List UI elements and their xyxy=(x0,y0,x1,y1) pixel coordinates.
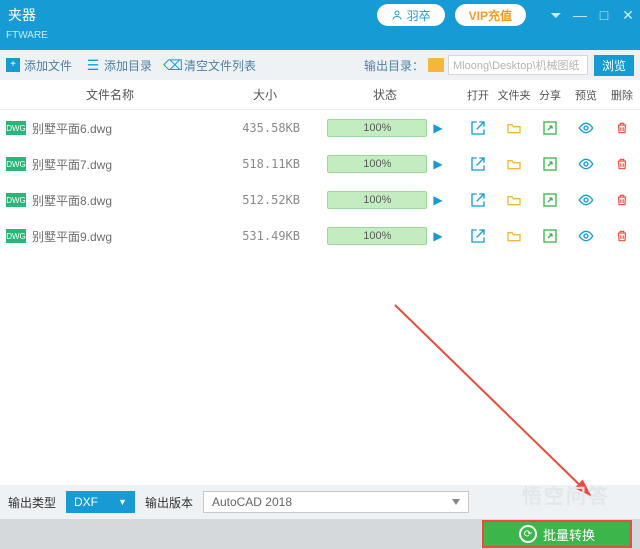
col-status: 状态 xyxy=(310,86,460,103)
add-folder-button[interactable]: ☰添加目录 xyxy=(86,57,152,74)
user-button[interactable]: 羽卒 xyxy=(377,4,445,26)
clear-icon: ⌫ xyxy=(166,58,180,72)
col-folder: 文件夹 xyxy=(496,87,532,103)
col-share: 分享 xyxy=(532,87,568,103)
folder-button[interactable] xyxy=(496,192,532,208)
clear-list-button[interactable]: ⌫清空文件列表 xyxy=(166,57,256,74)
preview-button[interactable] xyxy=(568,120,604,136)
sub-title: FTWARE xyxy=(0,30,640,50)
delete-button[interactable] xyxy=(604,228,640,244)
convert-button[interactable]: ⟳ 批量转换 xyxy=(482,520,632,548)
col-preview: 预览 xyxy=(568,87,604,103)
app-title: 夹器 xyxy=(0,5,377,25)
list-icon: ☰ xyxy=(86,58,100,72)
file-list: DWG 别墅平面6.dwg 435.58KB 100% ▶ DWG 别墅平面7.… xyxy=(0,110,640,254)
file-size: 435.58KB xyxy=(220,121,310,135)
table-row: DWG 别墅平面6.dwg 435.58KB 100% ▶ xyxy=(0,110,640,146)
close-icon[interactable]: ✕ xyxy=(616,7,640,24)
file-size: 518.11KB xyxy=(220,157,310,171)
folder-button[interactable] xyxy=(496,120,532,136)
col-open: 打开 xyxy=(460,87,496,103)
output-dir-label: 输出目录： xyxy=(364,57,424,74)
table-row: DWG 别墅平面8.dwg 512.52KB 100% ▶ xyxy=(0,182,640,218)
browse-button[interactable]: 浏览 xyxy=(594,55,634,76)
preview-button[interactable] xyxy=(568,156,604,172)
toolbar: +添加文件 ☰添加目录 ⌫清空文件列表 输出目录： Mloong\Desktop… xyxy=(0,50,640,80)
output-version-select[interactable]: AutoCAD 2018 xyxy=(203,491,469,513)
share-button[interactable] xyxy=(532,228,568,244)
status-cell: 100% ▶ xyxy=(310,155,460,173)
chevron-down-icon xyxy=(452,499,460,505)
column-headers: 文件名称 大小 状态 打开 文件夹 分享 预览 删除 xyxy=(0,80,640,110)
convert-icon: ⟳ xyxy=(519,525,537,543)
progress-bar: 100% xyxy=(327,227,427,245)
preview-button[interactable] xyxy=(568,228,604,244)
status-cell: 100% ▶ xyxy=(310,227,460,245)
title-bar: 夹器 羽卒 VIP充值 ⏷ — □ ✕ xyxy=(0,0,640,30)
share-button[interactable] xyxy=(532,120,568,136)
progress-bar: 100% xyxy=(327,155,427,173)
vip-button[interactable]: VIP充值 xyxy=(455,4,526,26)
dwg-badge: DWG xyxy=(6,229,26,243)
preview-button[interactable] xyxy=(568,192,604,208)
file-name: 别墅平面9.dwg xyxy=(32,228,220,245)
maximize-icon[interactable]: □ xyxy=(592,7,616,23)
output-type-label: 输出类型 xyxy=(8,494,56,511)
add-file-button[interactable]: +添加文件 xyxy=(6,57,72,74)
play-icon[interactable]: ▶ xyxy=(433,193,442,207)
table-row: DWG 别墅平面7.dwg 518.11KB 100% ▶ xyxy=(0,146,640,182)
play-icon[interactable]: ▶ xyxy=(433,157,442,171)
status-cell: 100% ▶ xyxy=(310,119,460,137)
open-button[interactable] xyxy=(460,120,496,136)
play-icon[interactable]: ▶ xyxy=(433,121,442,135)
user-icon xyxy=(391,9,403,21)
action-bar: ⟳ 批量转换 xyxy=(0,519,640,549)
watermark: 悟空问答 xyxy=(522,480,610,509)
col-name: 文件名称 xyxy=(0,86,220,103)
file-name: 别墅平面6.dwg xyxy=(32,120,220,137)
output-version-label: 输出版本 xyxy=(145,494,193,511)
file-name: 别墅平面8.dwg xyxy=(32,192,220,209)
open-button[interactable] xyxy=(460,228,496,244)
minimize-icon[interactable]: — xyxy=(568,7,592,23)
dwg-badge: DWG xyxy=(6,121,26,135)
file-name: 别墅平面7.dwg xyxy=(32,156,220,173)
col-size: 大小 xyxy=(220,86,310,103)
folder-icon xyxy=(428,58,444,72)
output-type-select[interactable]: DXF▼ xyxy=(66,491,135,513)
user-name: 羽卒 xyxy=(407,7,431,24)
play-icon[interactable]: ▶ xyxy=(433,229,442,243)
plus-icon: + xyxy=(6,58,20,72)
open-button[interactable] xyxy=(460,156,496,172)
window-controls: ⏷ — □ ✕ xyxy=(544,7,640,24)
file-size: 531.49KB xyxy=(220,229,310,243)
dropdown-icon[interactable]: ⏷ xyxy=(544,7,568,24)
share-button[interactable] xyxy=(532,156,568,172)
chevron-down-icon: ▼ xyxy=(118,497,127,507)
folder-button[interactable] xyxy=(496,228,532,244)
col-delete: 删除 xyxy=(604,87,640,103)
dwg-badge: DWG xyxy=(6,157,26,171)
delete-button[interactable] xyxy=(604,156,640,172)
annotation-arrow xyxy=(390,300,610,510)
folder-button[interactable] xyxy=(496,156,532,172)
dwg-badge: DWG xyxy=(6,193,26,207)
share-button[interactable] xyxy=(532,192,568,208)
output-path-input[interactable]: Mloong\Desktop\机械图纸 xyxy=(448,55,588,75)
progress-bar: 100% xyxy=(327,119,427,137)
delete-button[interactable] xyxy=(604,120,640,136)
table-row: DWG 别墅平面9.dwg 531.49KB 100% ▶ xyxy=(0,218,640,254)
file-size: 512.52KB xyxy=(220,193,310,207)
delete-button[interactable] xyxy=(604,192,640,208)
progress-bar: 100% xyxy=(327,191,427,209)
status-cell: 100% ▶ xyxy=(310,191,460,209)
open-button[interactable] xyxy=(460,192,496,208)
